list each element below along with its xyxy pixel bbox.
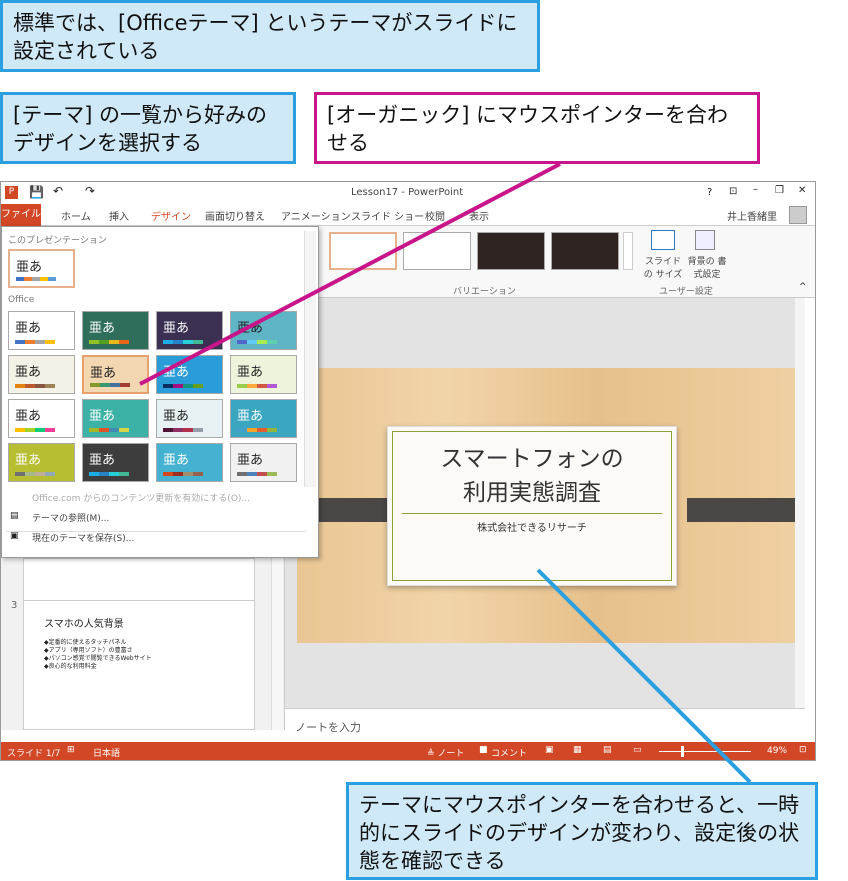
powerpoint-icon: P — [5, 186, 18, 199]
thumbnail-title: スマホの人気背景 — [44, 619, 124, 630]
slide-number: 3 — [11, 600, 18, 611]
callout-organic-hover: [オーガニック] にマウスポインターを合わせる — [314, 92, 760, 164]
variation-4[interactable] — [551, 232, 619, 270]
theme-mesh[interactable]: 亜あ — [8, 443, 75, 482]
zoom-slider[interactable] — [659, 751, 751, 752]
ribbon-tabs: ホーム 挿入 デザイン 画面切り替え アニメーション スライド ショー 校閲 表… — [1, 204, 815, 226]
background-format-icon[interactable] — [695, 230, 715, 250]
title-bar: P 💾 ↶ ↷ Lesson17 - PowerPoint ? ⊡ – ❐ ✕ — [1, 182, 815, 204]
redo-icon[interactable]: ↷ — [85, 184, 95, 198]
notes-placeholder: ノートを入力 — [295, 721, 361, 734]
slideshow-icon[interactable]: ▭ — [633, 745, 642, 755]
theme-banded[interactable]: 亜あ — [8, 399, 75, 438]
restore-button[interactable]: ❐ — [775, 185, 784, 196]
powerpoint-window: P 💾 ↶ ↷ Lesson17 - PowerPoint ? ⊡ – ❐ ✕ … — [0, 181, 816, 761]
theme-savon[interactable]: 亜あ — [82, 443, 149, 482]
avatar[interactable] — [789, 206, 807, 224]
status-bar: スライド 1/7 ⊞ 日本語 ≜ ノート ■ コメント ▣ ▦ ▤ ▭ 49% … — [1, 742, 815, 760]
slide-preview-organic[interactable]: スマートフォンの 利用実態調査 株式会社できるリサーチ — [297, 368, 797, 643]
minimize-button[interactable]: – — [753, 184, 758, 195]
help-button[interactable]: ? — [707, 187, 712, 198]
stage-scrollbar[interactable] — [795, 298, 805, 708]
variation-group-label: バリエーション — [453, 287, 516, 297]
slide-title-line2[interactable]: 利用実態調査 — [388, 473, 676, 507]
variation-scroll[interactable] — [623, 232, 633, 270]
tab-home[interactable]: ホーム — [61, 208, 91, 223]
variation-3[interactable] — [477, 232, 545, 270]
zoom-thumb[interactable] — [681, 746, 684, 757]
close-button[interactable]: ✕ — [798, 185, 806, 196]
tab-design[interactable]: デザイン — [151, 208, 191, 223]
user-name[interactable]: 井上香緒里 — [727, 208, 777, 223]
undo-icon[interactable]: ↶ — [53, 184, 63, 198]
this-presentation-header: このプレゼンテーション — [8, 236, 107, 246]
theme-basis[interactable]: 亜あ — [82, 399, 149, 438]
language-indicator[interactable]: 日本語 — [93, 746, 120, 759]
theme-office[interactable]: 亜あ — [8, 311, 75, 350]
notes-pane[interactable]: ノートを入力 — [285, 708, 805, 742]
variation-1[interactable] — [329, 232, 397, 270]
save-icon[interactable]: 💾 — [29, 185, 44, 199]
theme-slice[interactable]: 亜あ — [156, 355, 223, 394]
window-title: Lesson17 - PowerPoint — [351, 187, 464, 198]
save-theme-icon: ▣ — [10, 531, 19, 541]
comments-toggle[interactable]: コメント — [491, 746, 527, 759]
ribbon-options-icon[interactable]: ⊡ — [729, 186, 737, 197]
thumbnail-bullet: ◆良心的な利用料金 — [44, 663, 97, 670]
normal-view-icon[interactable]: ▣ — [545, 745, 554, 755]
slide-size-icon[interactable] — [651, 230, 675, 250]
office-header: Office — [8, 295, 35, 305]
theme-organic[interactable]: 亜あ — [82, 355, 149, 394]
tab-insert[interactable]: 挿入 — [109, 208, 129, 223]
callout-preview-explanation: テーマにマウスポインターを合わせると、一時的にスライドのデザインが変わり、設定後… — [346, 782, 818, 880]
browse-theme-icon: ▤ — [10, 511, 19, 521]
theme-dividend[interactable]: 亜あ — [156, 399, 223, 438]
tab-review[interactable]: 校閲 — [425, 208, 445, 223]
collapse-ribbon-icon[interactable]: ^ — [799, 282, 807, 292]
tab-slideshow[interactable]: スライド ショー — [351, 208, 424, 223]
tab-transitions[interactable]: 画面切り替え — [205, 208, 265, 223]
theme-frame[interactable]: 亜あ — [230, 399, 297, 438]
theme-parallax[interactable]: 亜あ — [156, 443, 223, 482]
spellcheck-icon[interactable]: ⊞ — [67, 745, 75, 755]
background-format-button[interactable]: 背景の 書式設定 — [687, 254, 727, 280]
gallery-scrollbar[interactable] — [304, 231, 316, 487]
zoom-level[interactable]: 49% — [767, 746, 787, 756]
slide-sorter-icon[interactable]: ▦ — [573, 745, 582, 755]
tab-file[interactable]: ファイル — [1, 204, 41, 226]
comments-icon[interactable]: ■ — [479, 745, 488, 755]
slide-title-line1[interactable]: スマートフォンの — [388, 439, 676, 473]
save-theme-item[interactable]: 現在のテーマを保存(S)... — [32, 531, 134, 544]
slide-editor: スマートフォンの 利用実態調査 株式会社できるリサーチ — [285, 298, 805, 708]
title-divider — [402, 513, 662, 514]
theme-retrospect[interactable]: 亜あ — [8, 355, 75, 394]
theme-integral[interactable]: 亜あ — [156, 311, 223, 350]
notes-toggle[interactable]: ≜ ノート — [427, 746, 464, 759]
slide-subtitle[interactable]: 株式会社できるリサーチ — [388, 519, 676, 534]
browse-themes-item[interactable]: テーマの参照(M)... — [32, 511, 109, 524]
user-settings-group-label: ユーザー設定 — [659, 287, 713, 297]
slide-counter: スライド 1/7 — [7, 749, 61, 759]
theme-facet[interactable]: 亜あ — [82, 311, 149, 350]
theme-current[interactable]: 亜あ — [8, 249, 75, 288]
theme-ion[interactable]: 亜あ — [230, 311, 297, 350]
theme-view[interactable]: 亜あ — [230, 443, 297, 482]
variation-2[interactable] — [403, 232, 471, 270]
theme-wisp[interactable]: 亜あ — [230, 355, 297, 394]
callout-default-theme: 標準では、[Officeテーマ] というテーマがスライドに設定されている — [0, 0, 540, 72]
tab-view[interactable]: 表示 — [469, 208, 489, 223]
tab-animations[interactable]: アニメーション — [281, 208, 351, 223]
fit-slide-icon[interactable]: ⊡ — [799, 745, 807, 755]
theme-gallery: このプレゼンテーション 亜あ Office 亜あ 亜あ 亜あ 亜あ 亜あ 亜あ … — [1, 226, 319, 558]
slide-thumbnail-3[interactable]: スマホの人気背景 ◆定番的に使えるタッチパネル ◆アプリ（専用ソフト）の豊富さ … — [23, 600, 255, 730]
slide-size-button[interactable]: スライドの サイズ — [643, 254, 683, 280]
band-right — [687, 498, 797, 522]
reading-view-icon[interactable]: ▤ — [603, 745, 612, 755]
title-card: スマートフォンの 利用実態調査 株式会社できるリサーチ — [387, 426, 677, 586]
callout-select-theme: [テーマ] の一覧から好みのデザインを選択する — [0, 92, 296, 164]
office-com-updates: Office.com からのコンテンツ更新を有効にする(O)... — [32, 494, 250, 504]
